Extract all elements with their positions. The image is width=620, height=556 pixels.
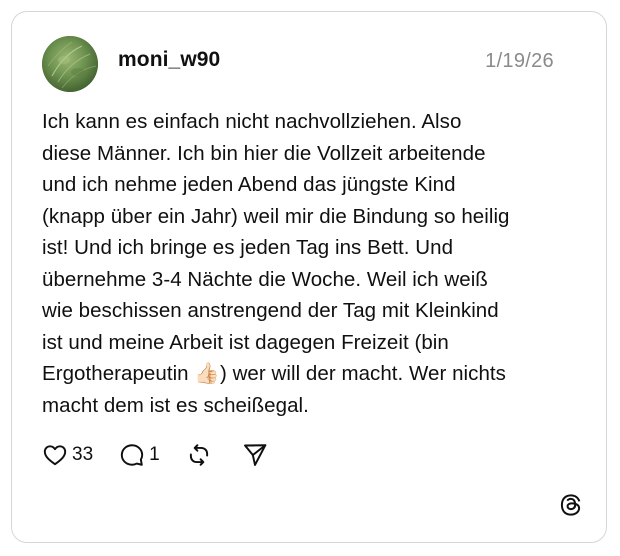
like-button[interactable]: 33 xyxy=(42,440,93,470)
post-text: Ich kann es einfach nicht nachvollziehen… xyxy=(42,110,510,417)
avatar[interactable] xyxy=(42,36,98,92)
post-card: moni_w90 1/19/26 Ich kann es einfach nic… xyxy=(11,11,607,543)
repost-button[interactable] xyxy=(186,440,212,470)
share-button[interactable] xyxy=(242,440,268,470)
repost-icon xyxy=(189,444,208,466)
username[interactable]: moni_w90 xyxy=(118,48,220,72)
reply-button[interactable]: 1 xyxy=(119,440,160,470)
action-bar: 33 1 xyxy=(42,440,268,470)
like-count: 33 xyxy=(72,444,94,465)
post-date: 1/19/26 xyxy=(485,50,554,72)
reply-count: 1 xyxy=(149,444,160,465)
avatar-image xyxy=(42,36,98,92)
comment-bubble-icon xyxy=(120,444,144,466)
threads-logo-icon xyxy=(560,494,581,516)
heart-icon xyxy=(43,445,67,466)
send-icon xyxy=(243,444,266,466)
